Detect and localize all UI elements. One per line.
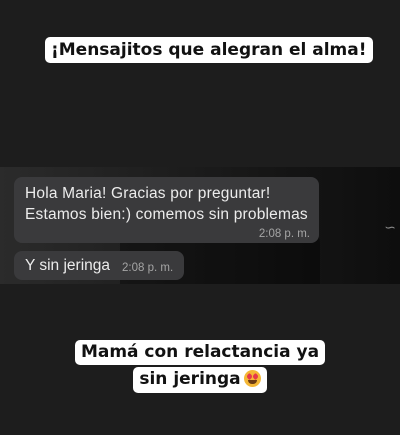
message-1-text: Hola Maria! Gracias por preguntar! Estam… xyxy=(25,183,311,225)
wallpaper-doodle-icon: ∽ xyxy=(384,219,396,235)
heart-eyes-emoji-icon xyxy=(243,370,261,388)
bottom-caption-line-1: Mamá con relactancia ya xyxy=(74,340,326,366)
message-2-text: Y sin jeringa xyxy=(25,257,111,274)
bottom-caption-line-2: sin jeringa xyxy=(139,369,241,390)
bottom-caption: Mamá con relactancia ya sin jeringa xyxy=(0,340,400,393)
message-2-timestamp: 2:08 p. m. xyxy=(122,262,174,274)
message-bubble-1: Hola Maria! Gracias por preguntar! Estam… xyxy=(14,177,319,243)
message-1-timestamp: 2:08 p. m. xyxy=(258,228,310,240)
top-caption: ¡Mensajitos que alegran el alma! xyxy=(45,37,373,64)
message-bubble-2: Y sin jeringa 2:08 p. m. xyxy=(14,251,184,280)
message-1-line-1: Hola Maria! Gracias por preguntar! xyxy=(25,185,271,202)
message-1-line-2: Estamos bien:) comemos sin problemas xyxy=(25,206,308,223)
bottom-caption-line-2-box: sin jeringa xyxy=(133,367,267,393)
